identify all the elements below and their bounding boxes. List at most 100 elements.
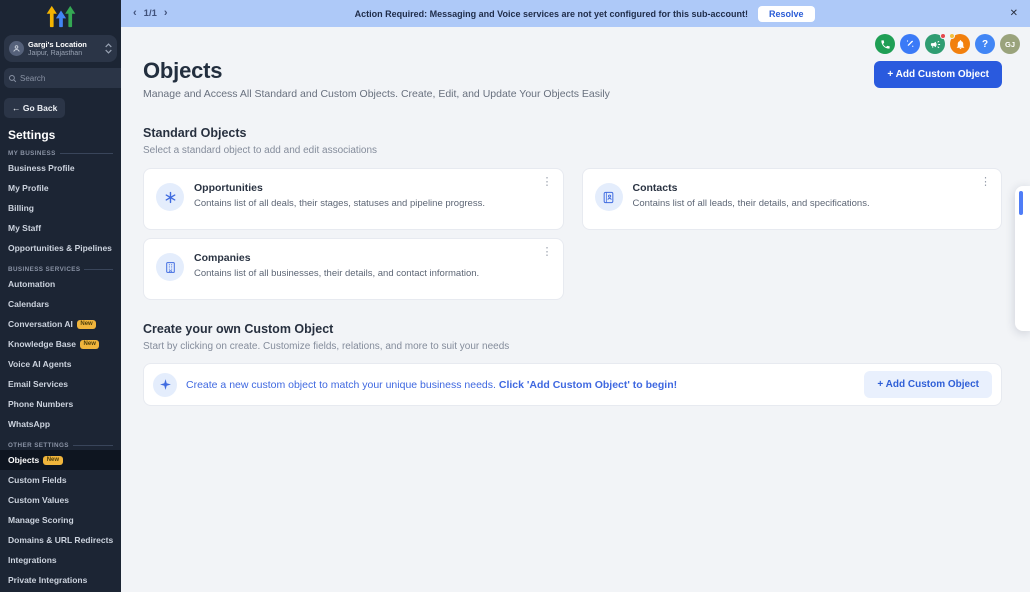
- sidebar-item-knowledge-base[interactable]: Knowledge Base New: [0, 334, 121, 354]
- card-text: Companies Contains list of all businesse…: [194, 252, 479, 286]
- chevron-up-down-icon: [105, 43, 112, 54]
- highlevel-logo-icon: [46, 5, 75, 28]
- custom-object-subtitle: Start by clicking on create. Customize f…: [143, 341, 510, 352]
- pager-count: 1/1: [143, 8, 157, 19]
- object-card-opportunities[interactable]: Opportunities Contains list of all deals…: [143, 168, 564, 230]
- kebab-menu-icon[interactable]: ⋮: [542, 247, 553, 258]
- location-labels: Gargi's Location Jaipur, Rajasthan: [28, 40, 101, 57]
- sidebar-item-label: Domains & URL Redirects: [8, 535, 114, 545]
- sidebar-item-label: Private Integrations: [8, 575, 88, 585]
- card-title: Opportunities: [194, 182, 263, 194]
- sidebar-title: Settings: [8, 128, 56, 142]
- sidebar-item-my-staff[interactable]: My Staff: [0, 218, 121, 238]
- address-book-icon: [603, 191, 614, 203]
- card-description: Contains list of all deals, their stages…: [194, 198, 485, 209]
- card-text: Contacts Contains list of all leads, the…: [633, 182, 870, 216]
- sidebar-item-custom-values[interactable]: Custom Values: [0, 490, 121, 510]
- standard-objects-title: Standard Objects: [143, 126, 247, 140]
- sidebar-item-label: Voice AI Agents: [8, 359, 72, 369]
- sidebar-item-domains-url-redirects[interactable]: Domains & URL Redirects: [0, 530, 121, 550]
- add-custom-object-secondary-button[interactable]: + Add Custom Object: [864, 371, 992, 398]
- location-name: Gargi's Location: [28, 40, 87, 49]
- page-header-text: Objects Manage and Access All Standard a…: [143, 58, 610, 100]
- sidebar-item-calendars[interactable]: Calendars: [0, 294, 121, 314]
- sidebar-item-opportunities-pipelines[interactable]: Opportunities & Pipelines: [0, 238, 121, 258]
- sparkle-icon-wrap: [153, 372, 177, 397]
- help-button[interactable]: ?: [975, 34, 995, 54]
- sidebar-item-whatsapp[interactable]: WhatsApp: [0, 414, 121, 434]
- megaphone-icon: [930, 40, 940, 48]
- sidebar-item-business-profile[interactable]: Business Profile: [0, 158, 121, 178]
- search-icon: [9, 74, 17, 82]
- sidebar-item-objects[interactable]: Objects New: [0, 450, 121, 470]
- sidebar-item-label: WhatsApp: [8, 419, 51, 429]
- settings-sidebar: Gargi's Location Jaipur, Rajasthan ⌘K + …: [0, 0, 121, 592]
- location-switcher[interactable]: Gargi's Location Jaipur, Rajasthan: [4, 35, 117, 62]
- announcements-button[interactable]: [925, 33, 946, 54]
- cta-text: Create a new custom object to match your…: [186, 379, 677, 391]
- sidebar-item-phone-numbers[interactable]: Phone Numbers: [0, 394, 121, 414]
- sidebar-item-automation[interactable]: Automation: [0, 274, 121, 294]
- card-description: Contains list of all leads, their detail…: [632, 198, 870, 209]
- opportunities-icon: [156, 183, 184, 211]
- standard-objects-grid: Opportunities Contains list of all deals…: [143, 168, 1002, 300]
- object-card-contacts[interactable]: Contacts Contains list of all leads, the…: [581, 168, 1002, 230]
- sidebar-item-integrations[interactable]: Integrations: [0, 550, 121, 570]
- launchpad-button[interactable]: [900, 34, 920, 54]
- page-title: Objects: [143, 58, 223, 83]
- sidebar-item-billing[interactable]: Billing: [0, 198, 121, 218]
- sidebar-item-label: My Profile: [8, 183, 49, 193]
- go-back-button[interactable]: ← Go Back: [4, 98, 66, 118]
- standard-objects-header: Standard Objects Select a standard objec…: [121, 126, 1030, 156]
- sidebar-item-custom-fields[interactable]: Custom Fields: [0, 470, 121, 490]
- notifications-button[interactable]: [949, 33, 970, 54]
- sidebar-item-label: Billing: [8, 203, 34, 213]
- custom-object-title: Create your own Custom Object: [143, 322, 334, 336]
- resolve-button[interactable]: Resolve: [758, 5, 815, 22]
- companies-icon: [156, 253, 184, 281]
- location-subtitle: Jaipur, Rajasthan: [28, 50, 83, 57]
- sidebar-item-conversation-ai[interactable]: Conversation AI New: [0, 314, 121, 334]
- action-required-banner: ‹ 1/1 › Action Required: Messaging and V…: [121, 0, 1030, 27]
- standard-objects-subtitle: Select a standard object to add and edit…: [143, 145, 378, 156]
- sidebar-item-manage-scoring[interactable]: Manage Scoring: [0, 510, 121, 530]
- banner-message-group: Action Required: Messaging and Voice ser…: [168, 5, 1002, 22]
- user-avatar[interactable]: GJ: [1000, 34, 1020, 54]
- avatar-initials: GJ: [1004, 39, 1015, 49]
- sidebar-item-label: Knowledge Base: [8, 339, 77, 349]
- section-label-text: MY BUSINESS: [8, 150, 56, 157]
- sidebar-item-voice-ai-agents[interactable]: Voice AI Agents: [0, 354, 121, 374]
- sidebar-item-label: Integrations: [8, 555, 57, 565]
- sidebar-item-label: Automation: [8, 279, 56, 289]
- rocket-wand-icon: [906, 40, 914, 47]
- section-label-business-services: BUSINESS SERVICES: [8, 266, 113, 273]
- building-icon: [165, 261, 175, 273]
- phone-dialer-button[interactable]: [875, 34, 895, 54]
- side-widget-indicator: [1019, 191, 1023, 215]
- sidebar-item-label: My Staff: [8, 223, 42, 233]
- sidebar-item-email-services[interactable]: Email Services: [0, 374, 121, 394]
- kebab-menu-icon[interactable]: ⋮: [542, 177, 553, 188]
- cta-text-bold: Click 'Add Custom Object' to begin!: [498, 378, 678, 391]
- object-card-companies[interactable]: Companies Contains list of all businesse…: [143, 238, 564, 300]
- floating-side-widget[interactable]: [1015, 186, 1030, 331]
- custom-object-header: Create your own Custom Object Start by c…: [121, 322, 1030, 352]
- search-input[interactable]: [20, 73, 121, 83]
- search-box[interactable]: ⌘K: [4, 68, 121, 88]
- sidebar-item-my-profile[interactable]: My Profile: [0, 178, 121, 198]
- create-custom-object-banner: Create a new custom object to match your…: [143, 363, 1002, 406]
- cta-text-normal: Create a new custom object to match your…: [186, 378, 496, 391]
- kebab-menu-icon[interactable]: ⋮: [980, 177, 991, 188]
- main-content: ‹ 1/1 › Action Required: Messaging and V…: [121, 0, 1030, 592]
- section-label-my-business: MY BUSINESS: [8, 150, 113, 157]
- new-badge: New: [80, 339, 100, 349]
- page-subtitle: Manage and Access All Standard and Custo…: [143, 88, 610, 100]
- sidebar-item-label: Business Profile: [8, 163, 75, 173]
- add-custom-object-button[interactable]: + Add Custom Object: [874, 61, 1002, 88]
- phone-icon: [880, 39, 890, 49]
- banner-close-icon[interactable]: ✕: [1010, 8, 1018, 19]
- sidebar-item-private-integrations[interactable]: Private Integrations: [0, 570, 121, 590]
- sparkle-icon: [159, 379, 171, 390]
- pager-prev-icon[interactable]: ‹: [133, 8, 137, 19]
- page-header: Objects Manage and Access All Standard a…: [121, 54, 1030, 100]
